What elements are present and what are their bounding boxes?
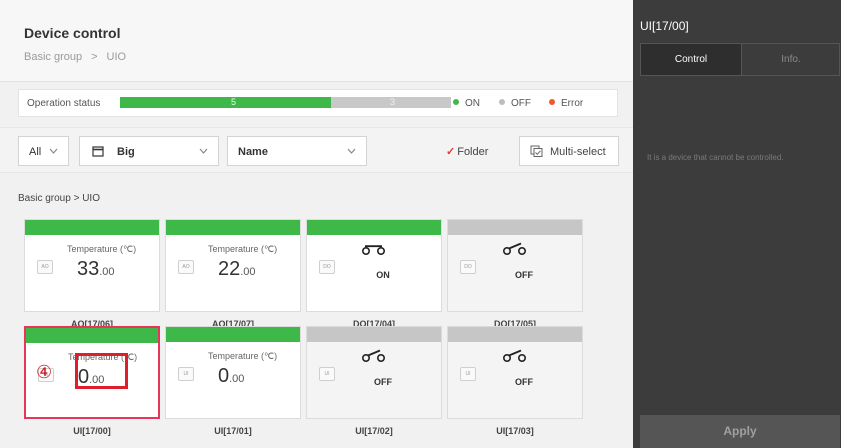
device-value-decimals: .00	[240, 266, 256, 278]
device-value-decimals: .00	[99, 266, 115, 278]
chevron-down-icon	[49, 144, 58, 158]
on-dot-icon	[453, 99, 459, 105]
device-type-icon: UI	[178, 367, 194, 381]
highlight-box	[75, 353, 128, 389]
switch-open-icon	[361, 349, 387, 368]
view-size-value: Big	[117, 146, 135, 158]
device-card[interactable]: DO OFF	[447, 219, 583, 312]
breadcrumb-separator: >	[91, 51, 98, 63]
device-status-bar	[448, 327, 582, 342]
legend-off-label: OFF	[511, 98, 531, 109]
device-status-bar	[26, 328, 158, 343]
breadcrumb-item-uio[interactable]: UIO	[107, 51, 127, 63]
filter-select[interactable]: All	[18, 136, 69, 166]
operation-status-bar: 5 3	[120, 97, 451, 108]
tab-info[interactable]: Info.	[741, 44, 840, 75]
multi-select-icon	[530, 145, 543, 160]
device-control-app: Device control Basic group > UIO Operation…	[0, 0, 841, 448]
toolbar: All Big Name ✓ Folder Multi-select	[0, 127, 633, 173]
chevron-down-icon	[199, 144, 208, 158]
device-value-integer: 33	[77, 258, 100, 280]
view-size-select[interactable]: Big	[79, 136, 219, 166]
filter-value: All	[29, 146, 42, 158]
device-value: 33.00	[77, 259, 115, 282]
group-path: Basic group > UIO	[18, 193, 100, 204]
folder-checkbox[interactable]: ✓ Folder	[446, 145, 488, 158]
panel-tabs: Control Info.	[640, 43, 840, 76]
operation-status-label: Operation status	[27, 98, 101, 109]
device-status-bar	[166, 327, 300, 342]
tab-control[interactable]: Control	[641, 44, 741, 75]
device-value: 22.00	[218, 259, 256, 282]
switch-open-icon	[502, 349, 528, 368]
switch-open-icon	[502, 242, 528, 261]
device-value-label: Temperature (℃)	[67, 244, 137, 254]
device-value: 0.00	[218, 366, 244, 389]
page-header: Device control Basic group > UIO	[0, 0, 633, 82]
device-name: UI[17/03]	[496, 426, 534, 436]
device-name: UI[17/02]	[355, 426, 393, 436]
device-card[interactable]: AO Temperature (℃) 33.00	[24, 219, 160, 312]
device-value-label: Temperature (℃)	[208, 351, 278, 361]
device-status-bar	[307, 220, 441, 235]
error-dot-icon	[549, 99, 555, 105]
legend-error-label: Error	[561, 98, 584, 109]
off-dot-icon	[499, 99, 505, 105]
on-count: 5	[231, 97, 237, 107]
window-icon	[92, 146, 104, 160]
device-state: OFF	[374, 377, 392, 387]
callout-number: ④	[36, 362, 53, 383]
device-type-icon: AO	[37, 260, 53, 274]
checkmark-icon: ✓	[446, 146, 456, 158]
operation-status-panel: Operation status 5 3 ON OFF Error	[18, 89, 618, 117]
page-title: Device control	[24, 25, 121, 41]
device-name: UI[17/00]	[73, 426, 111, 436]
on-status-fill	[120, 97, 331, 108]
device-state: OFF	[515, 377, 533, 387]
breadcrumb-item-basic-group[interactable]: Basic group	[24, 51, 82, 63]
device-value-integer: 22	[218, 258, 241, 280]
device-card[interactable]: DO ON	[306, 219, 442, 312]
sort-value: Name	[238, 146, 268, 158]
device-value-label: Temperature (℃)	[208, 244, 278, 254]
legend-on: ON	[453, 98, 480, 109]
device-card[interactable]: AO Temperature (℃) 22.00	[165, 219, 301, 312]
off-count: 3	[390, 97, 396, 107]
breadcrumb: Basic group > UIO	[24, 51, 126, 63]
device-name: UI[17/01]	[214, 426, 252, 436]
multi-select-button[interactable]: Multi-select	[519, 136, 619, 166]
device-card[interactable]: UI OFF	[306, 326, 442, 419]
device-state: OFF	[515, 270, 533, 280]
folder-label: Folder	[457, 146, 489, 158]
device-status-bar	[448, 220, 582, 235]
device-list-pane: Device control Basic group > UIO Operation…	[0, 0, 633, 448]
legend-on-label: ON	[465, 98, 480, 109]
panel-title: UI[17/00]	[640, 19, 689, 33]
device-state: ON	[376, 270, 390, 280]
device-value-decimals: .00	[229, 373, 245, 385]
multi-select-label: Multi-select	[550, 146, 606, 158]
sort-select[interactable]: Name	[227, 136, 367, 166]
panel-message: It is a device that cannot be controlled…	[647, 153, 784, 162]
device-type-icon: AO	[178, 260, 194, 274]
apply-button[interactable]: Apply	[640, 415, 840, 448]
device-value-integer: 0	[218, 365, 230, 387]
device-detail-panel: UI[17/00] Control Info. It is a device t…	[633, 0, 841, 448]
device-card[interactable]: UI Temperature (℃) 0.00	[165, 326, 301, 419]
device-status-bar	[307, 327, 441, 342]
device-card[interactable]: UI OFF	[447, 326, 583, 419]
device-status-bar	[25, 220, 159, 235]
legend-off: OFF	[499, 98, 531, 109]
chevron-down-icon	[347, 144, 356, 158]
device-status-bar	[166, 220, 300, 235]
legend-error: Error	[549, 98, 583, 109]
switch-closed-icon	[361, 242, 387, 261]
